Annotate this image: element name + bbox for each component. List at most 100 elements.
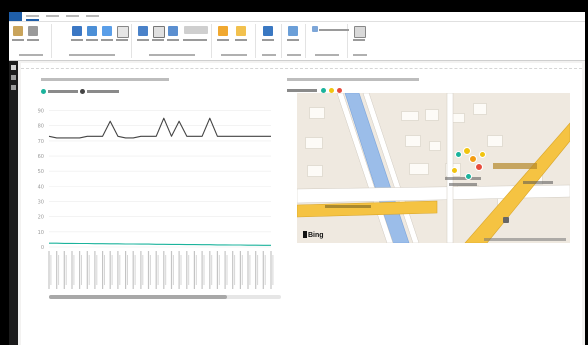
x-tick-label	[117, 251, 119, 289]
ribbon-group-data	[53, 24, 132, 58]
clipboard-icon	[13, 26, 23, 36]
app-window: 0 10 20 30 40 50 60 70 80 90 Bing	[9, 12, 585, 345]
x-tick-label	[165, 255, 167, 285]
x-tick-label	[209, 251, 211, 289]
x-tick-label	[247, 251, 249, 289]
new-measure-button[interactable]	[311, 26, 349, 46]
table-icon	[87, 26, 97, 36]
ribbon-group-label	[257, 53, 281, 58]
file-tab[interactable]	[9, 12, 22, 21]
legend-label-series-1	[48, 90, 78, 93]
ribbon-tab-help[interactable]	[86, 13, 99, 19]
new-visual-button[interactable]	[137, 26, 149, 46]
x-tick-label	[270, 251, 272, 289]
map-bubble[interactable]	[463, 147, 471, 155]
document-icon	[117, 26, 129, 38]
line-chart-title	[41, 78, 169, 81]
x-tick-label	[56, 251, 58, 289]
publish-button[interactable]	[353, 26, 366, 46]
x-tick-label	[163, 251, 165, 289]
excel-button[interactable]	[86, 26, 98, 46]
map-copyright	[484, 238, 566, 241]
x-tick-label	[170, 251, 173, 289]
more-visuals-button[interactable]	[167, 26, 179, 46]
map-pin-icon	[503, 217, 509, 223]
x-tick-label	[224, 251, 226, 289]
enter-data-button[interactable]	[101, 26, 113, 46]
map-bubble[interactable]	[451, 167, 458, 174]
x-tick-label	[96, 255, 98, 285]
buttons-icon	[184, 26, 208, 34]
bing-logo-text: Bing	[308, 232, 324, 239]
map-bubble[interactable]	[455, 151, 462, 158]
manage-relationships-button[interactable]	[287, 26, 299, 46]
canvas-divider	[21, 68, 582, 70]
ribbon-group-relationships	[283, 24, 306, 58]
text-box-button[interactable]	[152, 26, 165, 46]
map-bubble[interactable]	[465, 173, 472, 180]
y-tick-label: 40	[38, 184, 44, 190]
report-view-icon[interactable]	[11, 65, 16, 70]
x-tick-label	[149, 255, 151, 285]
x-tick-label	[127, 255, 128, 285]
ribbon-group-label	[283, 53, 305, 58]
map-bubble[interactable]	[479, 151, 486, 158]
report-canvas: 0 10 20 30 40 50 60 70 80 90 Bing	[21, 63, 582, 345]
x-tick-label	[109, 251, 111, 289]
cut-button[interactable]	[27, 26, 39, 46]
x-tick-label	[140, 251, 142, 289]
x-tick-label	[88, 255, 90, 285]
x-tick-label	[81, 255, 82, 285]
buttons-button[interactable]	[183, 26, 209, 46]
get-data-button[interactable]	[71, 26, 83, 46]
scrollbar-thumb[interactable]	[49, 295, 227, 299]
x-tick-label	[216, 251, 218, 289]
ribbon-tab-home[interactable]	[26, 13, 39, 21]
view-switcher-rail	[9, 61, 18, 345]
data-view-icon[interactable]	[11, 75, 16, 80]
chart-horizontal-scrollbar[interactable]	[49, 295, 281, 299]
ribbon-group-custom-visuals	[213, 24, 256, 58]
ribbon-group-label	[349, 53, 371, 58]
y-tick-label: 70	[38, 139, 44, 145]
line-chart-svg: 0 10 20 30 40 50 60 70 80 90	[38, 109, 274, 289]
x-tick-label	[262, 251, 264, 289]
bing-map-canvas[interactable]: Bing	[297, 93, 570, 243]
from-marketplace-button[interactable]	[217, 26, 229, 46]
y-tick-label: 90	[38, 109, 44, 115]
x-tick-label	[71, 251, 73, 289]
ribbon-group-clipboard	[11, 24, 52, 58]
x-tick-label	[218, 255, 220, 285]
x-tick-label	[125, 251, 127, 289]
ribbon-group-label	[307, 53, 347, 58]
x-tick-label	[79, 251, 81, 289]
model-view-icon[interactable]	[11, 85, 16, 90]
x-tick-label	[102, 251, 104, 289]
x-tick-label	[63, 251, 65, 289]
map-bubble[interactable]	[475, 163, 483, 171]
x-tick-label	[249, 255, 251, 285]
recent-sources-button[interactable]	[116, 26, 129, 46]
ribbon-group-themes	[257, 24, 282, 58]
bing-logo: Bing	[303, 231, 324, 239]
map-bubble[interactable]	[469, 155, 477, 163]
y-tick-label: 10	[38, 230, 44, 236]
series-line-2[interactable]	[49, 242, 271, 246]
ribbon-tab-bar	[9, 12, 585, 22]
ribbon-group-label	[213, 53, 255, 58]
y-tick-label: 80	[38, 124, 44, 130]
scissors-icon	[28, 26, 38, 36]
x-tick-label	[257, 255, 259, 285]
ribbon-tab-view[interactable]	[46, 13, 59, 19]
ribbon-group-label	[11, 53, 51, 58]
from-file-button[interactable]	[235, 26, 247, 46]
y-tick-label: 50	[38, 169, 44, 175]
x-tick-label	[195, 255, 197, 285]
paste-button[interactable]	[12, 26, 24, 46]
x-tick-label	[203, 255, 205, 285]
series-line-1[interactable]	[48, 117, 271, 139]
x-tick-label	[157, 255, 159, 285]
x-tick-label	[201, 251, 203, 289]
ribbon-tab-modeling[interactable]	[66, 13, 79, 19]
switch-theme-button[interactable]	[262, 26, 274, 46]
